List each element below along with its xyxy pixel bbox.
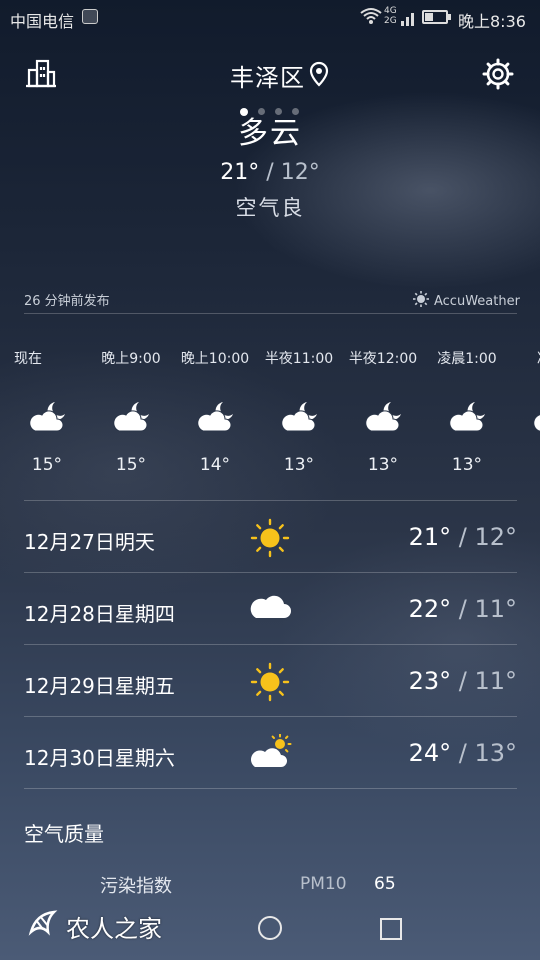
temp-separator: /: [451, 595, 475, 623]
hourly-time: 半夜11:00: [264, 351, 334, 367]
city-name: 丰泽区: [230, 64, 305, 92]
hourly-item: 晚上9:00 15°: [89, 0, 173, 490]
divider: [24, 313, 517, 314]
pm10-label: PM10: [300, 874, 347, 894]
hourly-temp: 1: [509, 455, 540, 475]
watermark-logo-icon: [26, 906, 60, 946]
daily-row[interactable]: 12月28日星期四 22° / 11°: [24, 574, 517, 646]
wifi-icon: [360, 6, 382, 30]
cloud-icon: [250, 590, 292, 626]
daily-low: 11°: [474, 595, 517, 623]
daily-row[interactable]: 12月29日星期五 23° / 11°: [24, 646, 517, 718]
published-time: 26 分钟前发布: [24, 294, 110, 309]
current-condition: 多云: [238, 116, 302, 151]
daily-date: 12月30日星期六: [24, 746, 175, 770]
divider: [24, 500, 517, 501]
hourly-time: 晚上9:00: [101, 351, 161, 367]
sun-icon: [250, 518, 290, 562]
cloud-moon-icon: [27, 400, 69, 438]
home-button[interactable]: [258, 916, 282, 940]
watermark-text: 农人之家: [66, 914, 162, 943]
hourly-temp: 15°: [115, 455, 147, 475]
daily-high: 21°: [408, 523, 452, 551]
pollution-index-label: 污染指数: [100, 876, 172, 897]
status-time: 晚上8:36: [458, 12, 526, 31]
daily-date: 12月28日星期四: [24, 602, 175, 626]
city-manager-icon[interactable]: [24, 58, 58, 92]
hourly-time: 晚上10:00: [180, 351, 250, 367]
hourly-temp: 13°: [283, 455, 315, 475]
current-high: 21°: [220, 160, 260, 185]
cloud-moon-icon: [111, 400, 153, 438]
daily-temp-range: 23° / 11°: [409, 667, 517, 695]
status-bar: 中国电信 4G 2G 晚上8:36: [0, 0, 540, 36]
carrier-name: 中国电信: [10, 12, 75, 31]
divider: [24, 788, 517, 789]
signal-icon: [400, 6, 418, 32]
daily-low: 12°: [474, 523, 517, 551]
daily-temp-range: 21° / 12°: [409, 523, 517, 551]
cloud-moon-icon: [195, 400, 237, 438]
hourly-temp: 14°: [199, 455, 231, 475]
divider: [24, 644, 517, 645]
temp-separator: /: [451, 667, 475, 695]
provider-name: AccuWeather: [434, 293, 520, 309]
daily-date: 12月27日明天: [24, 530, 155, 554]
battery-icon: [422, 10, 451, 24]
cloud-moon-icon: [279, 400, 321, 438]
hourly-temp: 15°: [31, 455, 63, 475]
accuweather-sun-icon: [412, 290, 430, 312]
cloud-moon-icon: [363, 400, 405, 438]
divider: [24, 716, 517, 717]
hourly-item: 半夜12:00 13°: [341, 0, 425, 490]
sun-icon: [250, 662, 290, 706]
notification-icon: [82, 9, 98, 24]
temp-separator: /: [451, 523, 475, 551]
daily-low: 13°: [474, 739, 517, 767]
daily-temp-range: 22° / 11°: [409, 595, 517, 623]
hourly-temp: 13°: [451, 455, 483, 475]
air-quality-title: 空气质量: [24, 822, 104, 846]
location-pin-icon: [309, 61, 329, 91]
temp-separator: /: [259, 160, 281, 185]
daily-high: 22°: [408, 595, 452, 623]
current-temp-range: 21° / 12°: [0, 160, 540, 185]
daily-date: 12月29日星期五: [24, 674, 175, 698]
cloud-moon-icon: [531, 400, 540, 438]
settings-gear-icon[interactable]: [482, 58, 514, 94]
daily-high: 24°: [408, 739, 452, 767]
hourly-time: 半夜12:00: [348, 351, 418, 367]
cloud-moon-icon: [447, 400, 489, 438]
provider-link[interactable]: AccuWeather: [412, 290, 520, 312]
daily-low: 11°: [474, 667, 517, 695]
network-type: 4G 2G: [384, 6, 397, 26]
daily-temp-range: 24° / 13°: [409, 739, 517, 767]
current-low: 12°: [280, 160, 320, 185]
daily-high: 23°: [408, 667, 452, 695]
pm10-value: 65: [374, 874, 396, 894]
recent-apps-button[interactable]: [380, 918, 402, 940]
daily-row[interactable]: 12月27日明天 21° / 12°: [24, 502, 517, 574]
watermark: 农人之家: [26, 906, 162, 946]
hourly-temp: 13°: [367, 455, 399, 475]
divider: [24, 572, 517, 573]
temp-separator: /: [451, 739, 475, 767]
air-quality-summary[interactable]: 空气良: [0, 192, 540, 222]
hourly-time: 现在: [14, 351, 42, 367]
hourly-time: 凌晨: [509, 348, 540, 368]
daily-row[interactable]: 12月30日星期六 24° / 13°: [24, 718, 517, 790]
partly-cloudy-icon: [250, 733, 292, 774]
hourly-time: 凌晨1:00: [437, 351, 497, 367]
city-title[interactable]: 丰泽区: [230, 58, 329, 93]
